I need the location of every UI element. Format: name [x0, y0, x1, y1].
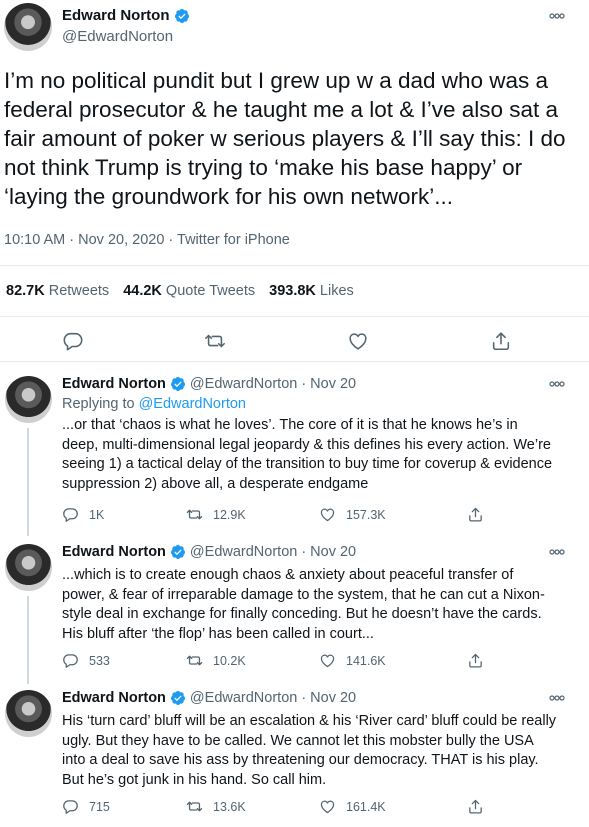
tweet-actions: [0, 330, 589, 352]
retweet-icon[interactable]: [186, 506, 203, 523]
retweet-count: 13.6K: [213, 799, 246, 814]
author-handle[interactable]: @EdwardNorton: [62, 28, 173, 45]
reply-action[interactable]: 533: [62, 652, 110, 669]
share-icon[interactable]: [490, 330, 512, 352]
tweet-text: His ‘turn card’ bluff will be an escalat…: [62, 713, 557, 788]
share-icon[interactable]: [467, 652, 484, 669]
reply-header: Edward Norton @EdwardNorton · Nov 20: [62, 376, 356, 392]
author-name[interactable]: Edward Norton: [62, 544, 166, 560]
verified-badge-icon: [174, 8, 189, 23]
more-options-icon[interactable]: [549, 380, 565, 388]
author-handle[interactable]: @EdwardNorton: [190, 544, 297, 560]
like-action[interactable]: 157.3K: [319, 506, 386, 523]
reply-action[interactable]: 1K: [62, 506, 104, 523]
thread-line: [27, 596, 29, 684]
retweet-action[interactable]: 12.9K: [186, 506, 246, 523]
thread-line: [27, 428, 29, 536]
verified-badge-icon: [170, 545, 185, 559]
separator: ·: [301, 544, 307, 560]
like-count: 157.3K: [346, 507, 386, 522]
heart-icon[interactable]: [319, 652, 336, 669]
author-handle[interactable]: @EdwardNorton: [190, 690, 297, 706]
tweet-date[interactable]: Nov 20: [310, 690, 356, 706]
reply-icon[interactable]: [62, 506, 79, 523]
separator: ·: [301, 690, 307, 706]
divider: [0, 361, 589, 362]
retweet-count: 10.2K: [213, 653, 246, 668]
tweet-date[interactable]: Nov 20: [310, 376, 356, 392]
divider: [0, 265, 589, 266]
author-name[interactable]: Edward Norton: [62, 376, 166, 392]
author-handle[interactable]: @EdwardNorton: [190, 376, 297, 392]
avatar[interactable]: [5, 544, 52, 591]
author-name[interactable]: Edward Norton: [62, 7, 170, 24]
retweet-count: 12.9K: [213, 507, 246, 522]
replying-to: Replying to @EdwardNorton: [62, 396, 246, 412]
reply-count: 533: [89, 653, 110, 668]
like-action[interactable]: 141.6K: [319, 652, 386, 669]
reply-action[interactable]: 715: [62, 798, 110, 815]
retweet-action[interactable]: 13.6K: [186, 798, 246, 815]
main-tweet: Edward Norton @EdwardNorton I’m no polit…: [0, 0, 589, 362]
replying-to-link[interactable]: @EdwardNorton: [139, 396, 246, 412]
retweets-stat[interactable]: 82.7K Retweets: [6, 283, 109, 299]
heart-icon[interactable]: [319, 506, 336, 523]
separator: ·: [301, 376, 307, 392]
author-name-row[interactable]: Edward Norton: [62, 7, 190, 24]
avatar[interactable]: [5, 376, 52, 423]
reply-count: 715: [89, 799, 110, 814]
tweet-text: I’m no political pundit but I grew up w …: [4, 68, 566, 209]
share-icon[interactable]: [467, 798, 484, 815]
tweet-date[interactable]: Nov 20: [310, 544, 356, 560]
like-count: 141.6K: [346, 653, 386, 668]
retweet-icon[interactable]: [186, 652, 203, 669]
likes-stat[interactable]: 393.8K Likes: [269, 283, 354, 299]
heart-icon[interactable]: [347, 330, 369, 352]
retweet-action[interactable]: 10.2K: [186, 652, 246, 669]
verified-badge-icon: [170, 377, 185, 391]
reply-header: Edward Norton @EdwardNorton · Nov 20: [62, 690, 356, 706]
tweet-text: ...which is to create enough chaos & anx…: [62, 567, 545, 642]
more-options-icon[interactable]: [549, 12, 565, 20]
share-action[interactable]: [467, 798, 484, 815]
tweet-meta[interactable]: 10:10 AM · Nov 20, 2020 · Twitter for iP…: [4, 232, 290, 248]
reply-count: 1K: [89, 507, 105, 522]
more-options-icon[interactable]: [549, 694, 565, 702]
reply-icon[interactable]: [62, 798, 79, 815]
like-count: 161.4K: [346, 799, 386, 814]
reply-header: Edward Norton @EdwardNorton · Nov 20: [62, 544, 356, 560]
tweet-actions: 533 10.2K 141.6K: [62, 652, 522, 670]
replying-to-label: Replying to: [62, 396, 135, 412]
share-icon[interactable]: [467, 506, 484, 523]
quote-tweets-stat[interactable]: 44.2K Quote Tweets: [123, 283, 255, 299]
reply-icon[interactable]: [62, 330, 84, 352]
tweet-text: ...or that ‘chaos is what he loves’. The…: [62, 417, 553, 492]
tweet-actions: 715 13.6K 161.4K: [62, 798, 522, 816]
retweet-icon[interactable]: [204, 330, 226, 352]
more-options-icon[interactable]: [549, 548, 565, 556]
heart-icon[interactable]: [319, 798, 336, 815]
divider: [0, 316, 589, 317]
like-action[interactable]: 161.4K: [319, 798, 386, 815]
tweet-stats: 82.7K Retweets 44.2K Quote Tweets 393.8K…: [6, 283, 354, 299]
avatar[interactable]: [5, 690, 52, 737]
avatar[interactable]: [4, 3, 52, 51]
verified-badge-icon: [170, 691, 185, 705]
tweet-actions: 1K 12.9K 157.3K: [62, 506, 522, 524]
share-action[interactable]: [467, 652, 484, 669]
author-name[interactable]: Edward Norton: [62, 690, 166, 706]
retweet-icon[interactable]: [186, 798, 203, 815]
share-action[interactable]: [467, 506, 484, 523]
reply-icon[interactable]: [62, 652, 79, 669]
